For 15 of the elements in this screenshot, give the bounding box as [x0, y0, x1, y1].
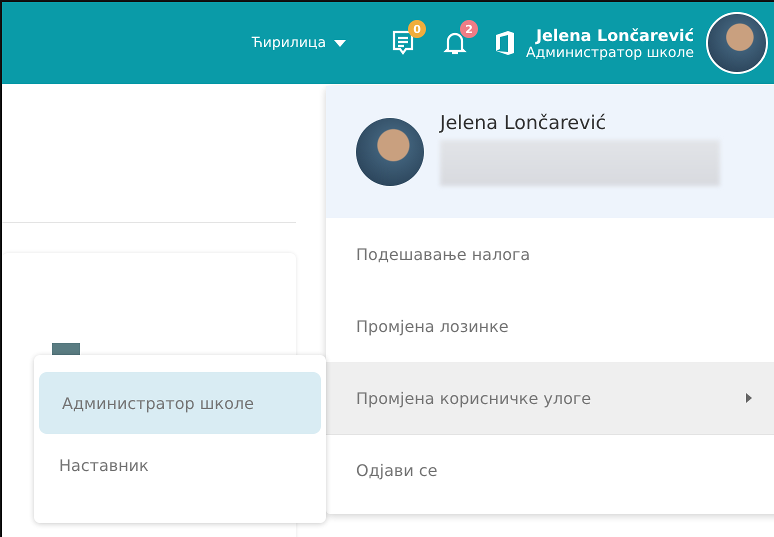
profile-name: Jelena Lončarević — [440, 112, 608, 134]
caret-icon — [334, 40, 346, 46]
message-icon[interactable] — [391, 30, 416, 56]
menu-item[interactable]: Промјена корисничке улоге — [326, 362, 774, 434]
user-role: Администратор школе — [526, 44, 694, 60]
user-name: Jelena Lončarević — [536, 26, 694, 44]
caret-right-icon — [746, 393, 752, 403]
image-placeholder — [52, 343, 80, 355]
message-count-badge: 0 — [408, 20, 426, 38]
menu-item[interactable]: Одјави се — [326, 434, 774, 506]
bell-icon[interactable] — [443, 30, 468, 56]
office-icon[interactable] — [494, 30, 516, 56]
role-option[interactable]: Администратор школе — [39, 372, 321, 434]
language-dropdown[interactable]: Ћирилица — [252, 35, 346, 51]
notification-count-badge: 2 — [460, 20, 478, 38]
